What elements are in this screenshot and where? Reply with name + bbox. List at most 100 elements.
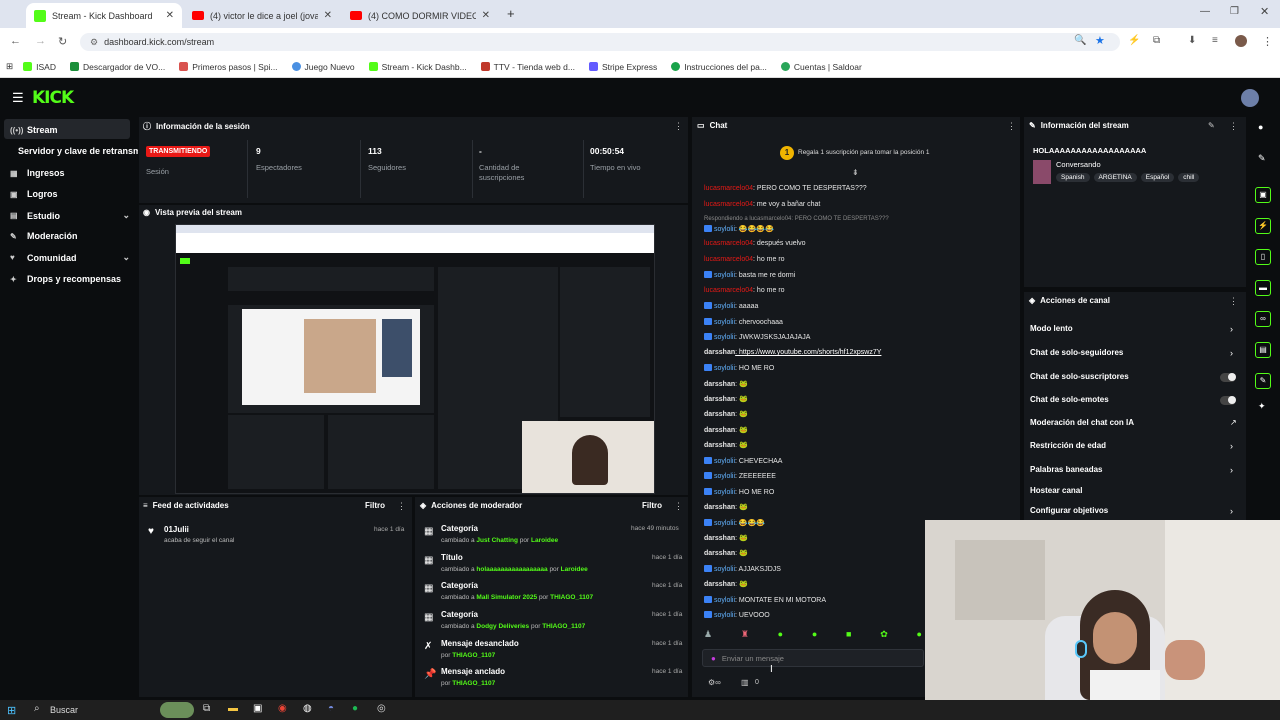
pencil-icon[interactable]: ✎ [1258,153,1266,164]
user-avatar[interactable] [1241,89,1259,107]
channel-action-item[interactable]: Chat de solo-seguidores [1030,348,1123,357]
toolbar-button[interactable]: ∞ [1255,311,1271,327]
kebab-menu-icon[interactable]: ⋮ [674,121,683,132]
pencil-icon[interactable]: ✎ [1208,121,1215,130]
chat-username[interactable]: soylolii [714,473,735,480]
chat-username[interactable]: soylolii [714,303,735,310]
bookmark-item[interactable]: Cuentas | Saldoar [780,62,862,72]
settings-icon[interactable]: ⚙∞ [708,678,721,687]
chat-input[interactable]: ● Enviar un mensaje [702,649,924,667]
chat-username[interactable]: darsshan [704,581,735,588]
chrome-icon[interactable]: ◉ [278,703,287,714]
menu-icon[interactable]: ⋮ [1262,35,1273,48]
bookmark-item[interactable]: ISAD [23,62,56,72]
sidebar-item-estudio[interactable]: ▤ Estudio ⌄ [10,210,130,221]
chevron-right-icon[interactable]: › [1230,324,1233,334]
search-icon[interactable]: ⌕ [34,703,40,714]
bookmark-item[interactable]: Descargador de VO... [69,62,165,72]
tag[interactable]: Español [1140,173,1175,182]
discord-icon[interactable]: ◓ [328,703,334,714]
external-link-icon[interactable]: ↗ [1230,418,1237,427]
chat-username[interactable]: darsshan [704,550,735,557]
gift-icon[interactable]: ▥ [741,678,749,687]
tag[interactable]: chill [1178,173,1200,182]
emote-icon[interactable]: ● [778,629,783,643]
toggle-switch[interactable] [1220,396,1236,405]
chevron-right-icon[interactable]: › [1230,441,1233,451]
bookmark-item[interactable]: Stream - Kick Dashb... [368,62,467,72]
tag[interactable]: Spanish [1056,173,1090,182]
chat-username[interactable]: lucasmarcelo04 [704,240,753,247]
sidebar-item-moderacion[interactable]: ✎ Moderación [10,231,78,241]
chat-username[interactable]: darsshan [704,535,735,542]
emote-icon[interactable]: ♜ [741,629,749,643]
bookmark-item[interactable]: Stripe Express [588,62,657,72]
mic-icon[interactable]: ● [711,654,716,663]
chat-username[interactable]: soylolii [714,612,735,619]
chat-username[interactable]: darsshan [704,396,735,403]
channel-action-item[interactable]: Hostear canal [1030,486,1082,495]
kebab-menu-icon[interactable]: ⋮ [397,501,406,512]
back-icon[interactable]: ← [10,35,21,47]
chat-username[interactable]: soylolii [714,566,735,573]
gift-sub-icon[interactable]: 1 [780,146,794,160]
toolbar-button[interactable]: ▬ [1255,280,1271,296]
feed-user[interactable]: 01Julii [164,525,189,534]
bookmark-star-icon[interactable]: ★ [1095,34,1105,47]
sidebar-item-stream[interactable]: ((•)) Stream [10,125,58,135]
minimize-icon[interactable]: — [1200,6,1210,17]
bookmark-item[interactable]: TTV - Tienda web d... [480,62,575,72]
close-window-icon[interactable]: ✕ [1260,5,1269,18]
maximize-icon[interactable]: ❐ [1230,6,1239,17]
kebab-menu-icon[interactable]: ⋮ [1229,296,1238,307]
sidebar-item-drops[interactable]: ✦ Drops y recompensas [10,274,121,284]
emote-icon[interactable]: ♟ [704,629,712,643]
toggle-switch[interactable] [1220,373,1236,382]
chat-username[interactable]: lucasmarcelo04 [704,256,753,263]
download-icon[interactable]: ⬇ [1188,35,1196,46]
app-icon[interactable]: ◎ [377,703,386,714]
tab-search-icon[interactable]: ≡ [1212,35,1218,46]
toolbar-button[interactable]: ▣ [1255,187,1271,203]
channel-action-item[interactable]: Moderación del chat con IA [1030,418,1134,427]
stream-preview-video[interactable] [175,224,655,494]
close-tab-icon[interactable]: ✕ [166,10,174,21]
chat-username[interactable]: soylolii [714,334,735,341]
forward-icon[interactable]: → [35,35,46,47]
chevron-right-icon[interactable]: › [1230,348,1233,358]
app-icon[interactable]: ▣ [253,703,262,714]
apps-icon[interactable]: ⊞ [6,61,13,72]
browser-tab[interactable]: (4) COMO DORMIR VIDEO TUT... ✕ [342,3,498,28]
sidebar-item-logros[interactable]: ▣ Logros [10,189,58,199]
zoom-icon[interactable]: 🔍 [1074,35,1086,46]
chat-username[interactable]: lucasmarcelo04 [704,201,753,208]
kebab-menu-icon[interactable]: ⋮ [1229,121,1238,132]
file-explorer-icon[interactable]: ▬ [228,703,238,714]
sidebar-item-comunidad[interactable]: ♥ Comunidad ⌄ [10,252,130,263]
spotify-icon[interactable]: ● [352,703,358,714]
sidebar-item-server-key[interactable]: Servidor y clave de retransmisión [18,146,138,156]
chat-username[interactable]: darsshan [704,427,735,434]
site-info-icon[interactable]: ⚙ [90,37,98,48]
close-tab-icon[interactable]: ✕ [324,10,332,21]
taskbar-search[interactable]: Buscar [50,705,78,715]
toolbar-button[interactable]: ▤ [1255,342,1271,358]
chat-username[interactable]: soylolii [714,272,735,279]
category-name[interactable]: Conversando [1056,160,1101,169]
chat-username[interactable]: lucasmarcelo04 [704,185,753,192]
chat-username[interactable]: darsshan [704,442,735,449]
mod-filter-button[interactable]: Filtro [642,501,662,510]
puzzle-icon[interactable]: ⧉ [1153,35,1160,46]
bookmark-item[interactable]: Juego Nuevo [291,62,355,72]
browser-tab[interactable]: (4) victor le dice a joel (jovani v... ✕ [184,3,340,28]
task-view-icon[interactable]: ⧉ [203,703,210,714]
browser-tab-active[interactable]: Stream - Kick Dashboard ✕ [26,3,182,28]
bookmark-item[interactable]: Instrucciones del pa... [671,62,767,72]
extension-icon[interactable]: ⚡ [1128,35,1140,46]
chat-username[interactable]: darsshan [704,349,735,356]
chat-username[interactable]: lucasmarcelo04 [704,287,753,294]
chat-username[interactable]: soylolii [714,226,735,233]
profile-avatar[interactable] [1235,35,1247,47]
channel-action-item[interactable]: Modo lento [1030,324,1073,333]
chevron-right-icon[interactable]: › [1230,465,1233,475]
